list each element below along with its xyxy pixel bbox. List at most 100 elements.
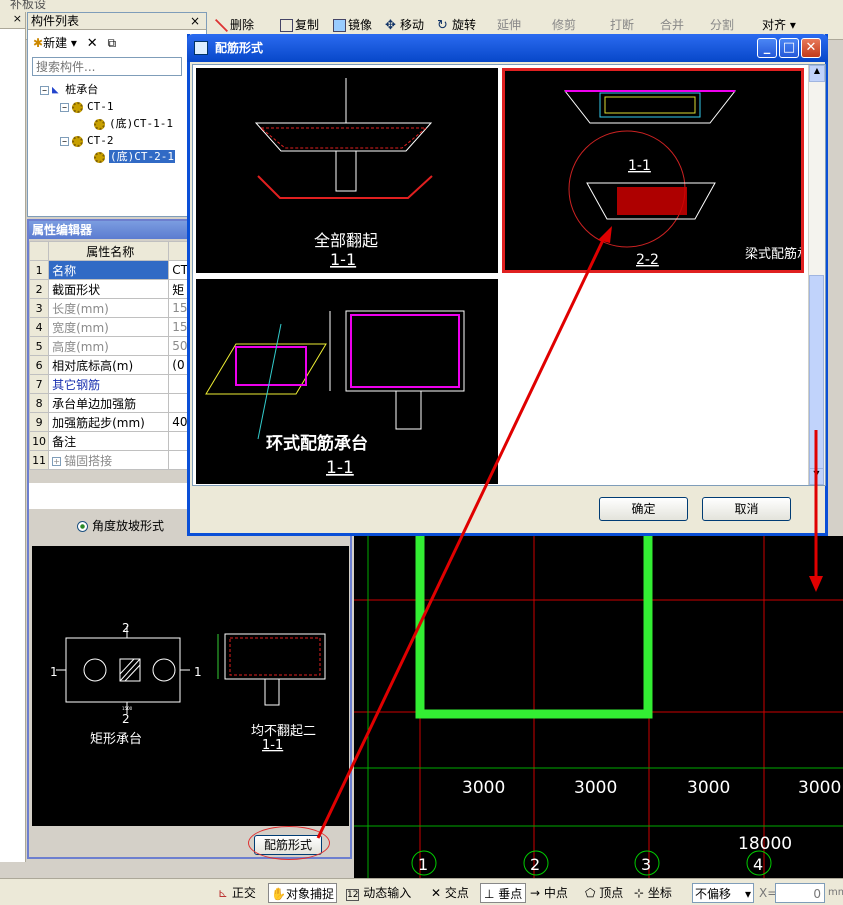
rotate-button[interactable]: ↻ 旋转 [437, 15, 476, 35]
copy-icon[interactable]: ⧉ [107, 36, 116, 50]
intersect-snap[interactable]: ✕ 交点 [431, 883, 469, 903]
ortho-toggle[interactable]: ⊾ 正交 [218, 883, 256, 903]
property-row[interactable]: 9 加强筋起步(mm) 40 [28, 412, 189, 432]
cap-shape [254, 122, 433, 152]
option-ring-cap[interactable]: 环式配筋承台 1-1 [196, 279, 498, 484]
option-section: 1-1 [330, 250, 356, 269]
delete-icon[interactable]: ✕ [87, 36, 98, 51]
search-input[interactable] [32, 57, 182, 76]
expand-icon[interactable]: + [52, 456, 62, 466]
collapse-icon[interactable]: − [40, 85, 49, 95]
property-row[interactable]: 3 长度(mm) 15 [28, 298, 189, 318]
vertex-snap[interactable]: ⬠ 顶点 [585, 883, 623, 903]
offset-select[interactable]: 不偏移 ▾ [692, 883, 754, 903]
dialog-title-bar[interactable]: 配筋形式 _ □ ✕ [187, 34, 828, 62]
maximize-button[interactable]: □ [779, 38, 799, 58]
dynamic-input-toggle[interactable]: 12 动态输入 [346, 883, 411, 903]
radio-icon[interactable] [77, 521, 88, 532]
property-row[interactable]: 4 宽度(mm) 15 [28, 317, 189, 337]
dynamic-input-icon: 12 [346, 889, 360, 901]
property-row[interactable]: 6 相对底标高(m) (0 [28, 355, 189, 375]
perp-snap[interactable]: ⊥ 垂点 [480, 883, 527, 903]
cancel-button[interactable]: 取消 [702, 497, 791, 521]
app-icon [194, 41, 208, 55]
section-label: 均不翻起二 [251, 724, 316, 739]
header-name: 属性名称 [48, 241, 170, 261]
ring-rebar [350, 314, 460, 388]
property-row[interactable]: 8 承台单边加强筋 [28, 393, 189, 413]
collapse-icon[interactable]: − [60, 136, 69, 146]
coord-snap[interactable]: ⊹ 坐标 [634, 883, 672, 903]
rebar-line [259, 127, 428, 149]
property-row[interactable]: 11 + 锚固搭接 [28, 450, 189, 470]
tree-node-ct2[interactable]: − CT-2 [60, 134, 114, 148]
trim-button[interactable]: 修剪 [552, 15, 576, 35]
x-input[interactable]: 0 [775, 883, 825, 903]
dim-3000: 3000 [462, 778, 505, 798]
dim-3000: 3000 [798, 778, 841, 798]
option-all-raised[interactable]: 全部翻起 1-1 [196, 68, 498, 273]
close-icon[interactable]: × [190, 13, 200, 30]
component-list-panel: 构件列表× ✱新建 ▾ ✕ ⧉ −◣ 桩承台 −CT-1 (底)CT-1-1 −… [27, 12, 207, 217]
midpoint-icon: → [530, 886, 541, 900]
component-list-title: 构件列表 × [28, 13, 206, 30]
preview-canvas: 2 2 1 1 1500 矩形承台 均不翻起二 1-1 [32, 546, 349, 826]
mirror-button[interactable]: 镜像 [333, 15, 372, 35]
property-header-row: 属性名称 [28, 241, 189, 261]
merge-button[interactable]: 合并 [660, 15, 684, 35]
coord-icon: ⊹ [634, 886, 645, 900]
slope-radio[interactable]: 角度放坡形式 [77, 517, 164, 534]
new-button[interactable]: ✱新建 ▾ [33, 36, 77, 50]
delete-button[interactable]: 删除 [215, 15, 254, 35]
gear-icon [94, 118, 105, 130]
gear-icon [72, 135, 83, 147]
ok-button[interactable]: 确定 [599, 497, 688, 521]
minimize-button[interactable]: _ [757, 38, 777, 58]
gear-icon [94, 151, 105, 163]
tree-node-ct2-1[interactable]: (底)CT-2-1 [94, 150, 175, 164]
property-row[interactable]: 2 截面形状矩 [28, 279, 189, 299]
status-bar: ⊾ 正交 ✋对象捕捉 12 动态输入 ✕ 交点 ⊥ 垂点 → 中点 ⬠ 顶点 ⊹… [0, 878, 843, 905]
collapse-icon[interactable]: − [60, 102, 69, 112]
close-icon[interactable]: × [0, 12, 25, 29]
copy-button[interactable]: 复制 [280, 15, 319, 35]
rebar-mesh [617, 187, 687, 215]
align-button[interactable]: 对齐 ▾ [762, 15, 796, 35]
option-drawing: 环式配筋承台 1-1 [205, 310, 465, 478]
tree-node-ct1-1[interactable]: (底)CT-1-1 [94, 117, 173, 131]
split-button[interactable]: 分割 [710, 15, 734, 35]
property-row[interactable]: 1 名称 CT [28, 260, 189, 280]
hatch-line [119, 658, 135, 675]
cad-drawing: 3000 3000 3000 3000 18000 1 2 3 4 [354, 536, 843, 878]
ring-rebar [235, 346, 307, 386]
dim-total: 18000 [738, 834, 792, 854]
pile-cap-icon: ◣ [52, 83, 59, 96]
scroll-up-icon[interactable]: ▲ [809, 65, 825, 82]
pile-shape [335, 150, 357, 192]
dialog-scrollbar[interactable]: ▲ ▼ [808, 65, 825, 485]
mid-snap[interactable]: → 中点 [530, 883, 568, 903]
extend-button[interactable]: 延伸 [497, 15, 521, 35]
unit-label: mm [828, 887, 843, 898]
tree-node-root[interactable]: − ◣ 桩承台 [40, 83, 98, 97]
tree-node-ct1[interactable]: − CT-1 [60, 100, 114, 114]
break-button[interactable]: 打断 [610, 15, 634, 35]
pile-section [264, 678, 280, 706]
cap-shape [205, 343, 327, 395]
preview-drawing: 2 2 1 1 1500 矩形承台 均不翻起二 1-1 [50, 621, 326, 753]
move-button[interactable]: ✥ 移动 [385, 15, 424, 35]
property-row[interactable]: 7 其它钢筋 [28, 374, 189, 394]
scroll-thumb[interactable] [809, 275, 824, 480]
property-row[interactable]: 10 备注 [28, 431, 189, 451]
scroll-down-icon[interactable]: ▼ [809, 468, 824, 485]
cap-shape [563, 90, 737, 124]
close-button[interactable]: ✕ [801, 38, 821, 58]
property-row[interactable]: 5 高度(mm) 50 [28, 336, 189, 356]
snap-toggle[interactable]: ✋对象捕捉 [268, 883, 337, 903]
move-icon: ✥ [385, 18, 396, 33]
option-beam-cap[interactable]: 1-1 梁式配筋承台 2-2 [502, 68, 823, 273]
mirror-icon [333, 19, 346, 32]
option-drawing: 全部翻起 1-1 [254, 78, 433, 269]
copy-icon [280, 19, 293, 32]
cad-canvas[interactable]: 3000 3000 3000 3000 18000 1 2 3 4 [354, 536, 843, 878]
